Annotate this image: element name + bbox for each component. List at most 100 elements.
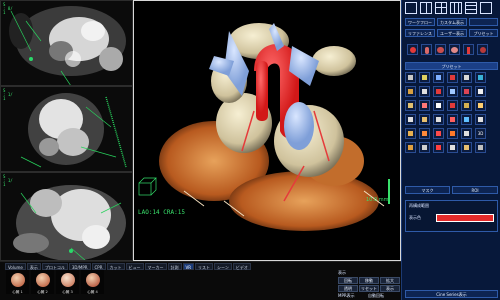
zoom-button[interactable]: 拡大: [380, 277, 400, 284]
show-button[interactable]: 表示: [380, 285, 400, 292]
layout-1x1-icon[interactable]: [405, 2, 417, 14]
preset-tool-23-icon[interactable]: [461, 114, 472, 125]
preset-tool-1-icon[interactable]: [405, 72, 416, 83]
thumbnail-2[interactable]: 心臓 2: [31, 270, 54, 294]
preset-tool-21-icon[interactable]: [433, 114, 444, 125]
heart-preset-icon[interactable]: [407, 44, 418, 55]
thumbnail-1[interactable]: 心臓 1: [6, 270, 29, 294]
preset-tool-20-icon[interactable]: [419, 114, 430, 125]
3d-tool-icon[interactable]: 3D: [475, 128, 486, 139]
preset-tool-18-icon[interactable]: [475, 100, 486, 111]
preset-tool-3-icon[interactable]: [433, 72, 444, 83]
preset-tool-25-icon[interactable]: [405, 128, 416, 139]
bottom-viewport-stamp: S : 1/ 1: [3, 174, 13, 187]
checkbox-mpr[interactable]: MPR表示: [338, 293, 355, 299]
transparency-button[interactable]: 透明: [338, 285, 358, 292]
preset-tool-19-icon[interactable]: [405, 114, 416, 125]
tab-custom-view[interactable]: カスタム表示: [437, 18, 467, 26]
tab-3d-mpr[interactable]: 3D/MPR: [68, 263, 91, 270]
preset-tool-9-icon[interactable]: [433, 86, 444, 97]
tab-display[interactable]: 表示: [26, 263, 41, 270]
tab-cpr[interactable]: CPR: [91, 263, 106, 270]
preset-tool-17-icon[interactable]: [461, 100, 472, 111]
preset-tool-35-icon[interactable]: [461, 142, 472, 153]
preset-tool-36-icon[interactable]: [475, 142, 486, 153]
top-left-viewport[interactable]: S : 8/ 1: [0, 0, 133, 86]
roi-button[interactable]: ROI: [452, 186, 498, 194]
preset-tool-10-icon[interactable]: [447, 86, 458, 97]
tab-extra[interactable]: [469, 18, 498, 26]
tab-vr[interactable]: VR: [182, 263, 195, 270]
tab-video[interactable]: ビデオ: [232, 263, 251, 270]
cine-series-button[interactable]: Cine Series表示: [405, 290, 498, 298]
main-3d-viewport[interactable]: LAO:14 CRA:15 10.0 mm: [133, 0, 401, 261]
bottom-tabs: Volume 表示 プロトコル 3D/MPR CPR カット ビュー マーカー …: [5, 263, 251, 270]
preset-tool-8-icon[interactable]: [419, 86, 430, 97]
tab-view[interactable]: ビュー: [125, 263, 144, 270]
tab-measure[interactable]: 計測: [167, 263, 182, 270]
preset-tool-26-icon[interactable]: [419, 128, 430, 139]
preset-tool-28-icon[interactable]: [447, 128, 458, 139]
thumbnail-3[interactable]: 心臓 3: [56, 270, 79, 294]
preset-tool-16-icon[interactable]: [447, 100, 458, 111]
layout-1x2-icon[interactable]: [420, 2, 432, 14]
tab-scene[interactable]: シーン: [214, 263, 232, 270]
preset-tool-6-icon[interactable]: [475, 72, 486, 83]
thumbnail-4-label: 心臓 4: [87, 290, 98, 294]
thumbnail-3-label: 心臓 3: [62, 290, 73, 294]
mid-left-viewport[interactable]: S : 1/ 1: [0, 86, 133, 172]
tab-preset[interactable]: プリセット: [469, 29, 498, 37]
tab-reference[interactable]: リファレンス: [405, 29, 435, 37]
preset-tool-7-icon[interactable]: [405, 86, 416, 97]
preset-tool-11-icon[interactable]: [461, 86, 472, 97]
brain-preset-icon[interactable]: [449, 44, 460, 55]
tab-list[interactable]: リスト: [195, 263, 214, 270]
preset-tool-14-icon[interactable]: [419, 100, 430, 111]
preset-tool-15-icon[interactable]: [433, 100, 444, 111]
preset-tool-32-icon[interactable]: [419, 142, 430, 153]
tab-protocol[interactable]: プロトコル: [41, 263, 68, 270]
layout-1x3-icon[interactable]: [450, 2, 462, 14]
checkbox-auto-rotate[interactable]: 自動回転: [368, 293, 384, 299]
preset-tool-34-icon[interactable]: [447, 142, 458, 153]
preset-tool-27-icon[interactable]: [433, 128, 444, 139]
bottom-left-viewport[interactable]: S : 1/ 1: [0, 172, 133, 261]
layout-custom-icon[interactable]: [480, 2, 492, 14]
preset-tool-24-icon[interactable]: [475, 114, 486, 125]
color-swatch[interactable]: [436, 214, 494, 222]
tab-marker[interactable]: マーカー: [144, 263, 167, 270]
layout-2x2-icon[interactable]: [435, 2, 447, 14]
preset-tool-13-icon[interactable]: [405, 100, 416, 111]
right-control-panel: ワークフロー カスタム表示 リファレンス ユーザー表示 プリセット プリセット: [401, 0, 500, 300]
body-preset-icon[interactable]: [421, 44, 432, 55]
layout-3x3-icon[interactable]: [465, 2, 477, 14]
controls-title: 表示: [338, 270, 346, 275]
reset-button[interactable]: リセット: [359, 285, 379, 292]
preset-tool-12-icon[interactable]: [475, 86, 486, 97]
tab-user-view[interactable]: ユーザー表示: [437, 29, 467, 37]
thumbnail-4-heart-icon: [85, 273, 100, 287]
rotate-button[interactable]: 回転: [338, 277, 358, 284]
3d-label: 3D: [477, 131, 484, 136]
thumbnail-2-heart-icon: [35, 273, 50, 287]
preset-tool-2-icon[interactable]: [419, 72, 430, 83]
preset-tool-31-icon[interactable]: [405, 142, 416, 153]
preset-tool-5-icon[interactable]: [461, 72, 472, 83]
tab-cut[interactable]: カット: [106, 263, 125, 270]
preset-tool-29-icon[interactable]: [461, 128, 472, 139]
vessel-preset-icon[interactable]: [463, 44, 474, 55]
move-button[interactable]: 移動: [359, 277, 379, 284]
lung-preset-icon[interactable]: [435, 44, 446, 55]
kidney-preset-icon[interactable]: [477, 44, 488, 55]
orientation-label: LAO:14 CRA:15: [138, 209, 185, 216]
mask-button[interactable]: マスク: [405, 186, 450, 194]
bottom-viewport-image: [1, 173, 132, 260]
tab-workflow[interactable]: ワークフロー: [405, 18, 435, 26]
preset-tool-33-icon[interactable]: [433, 142, 444, 153]
mid-viewport-stamp: S : 1/ 1: [3, 88, 13, 101]
organ-icon-row: [405, 42, 498, 58]
thumbnail-4[interactable]: 心臓 4: [81, 270, 104, 294]
preset-tool-22-icon[interactable]: [447, 114, 458, 125]
preset-tool-4-icon[interactable]: [447, 72, 458, 83]
tab-volume[interactable]: Volume: [5, 263, 26, 270]
